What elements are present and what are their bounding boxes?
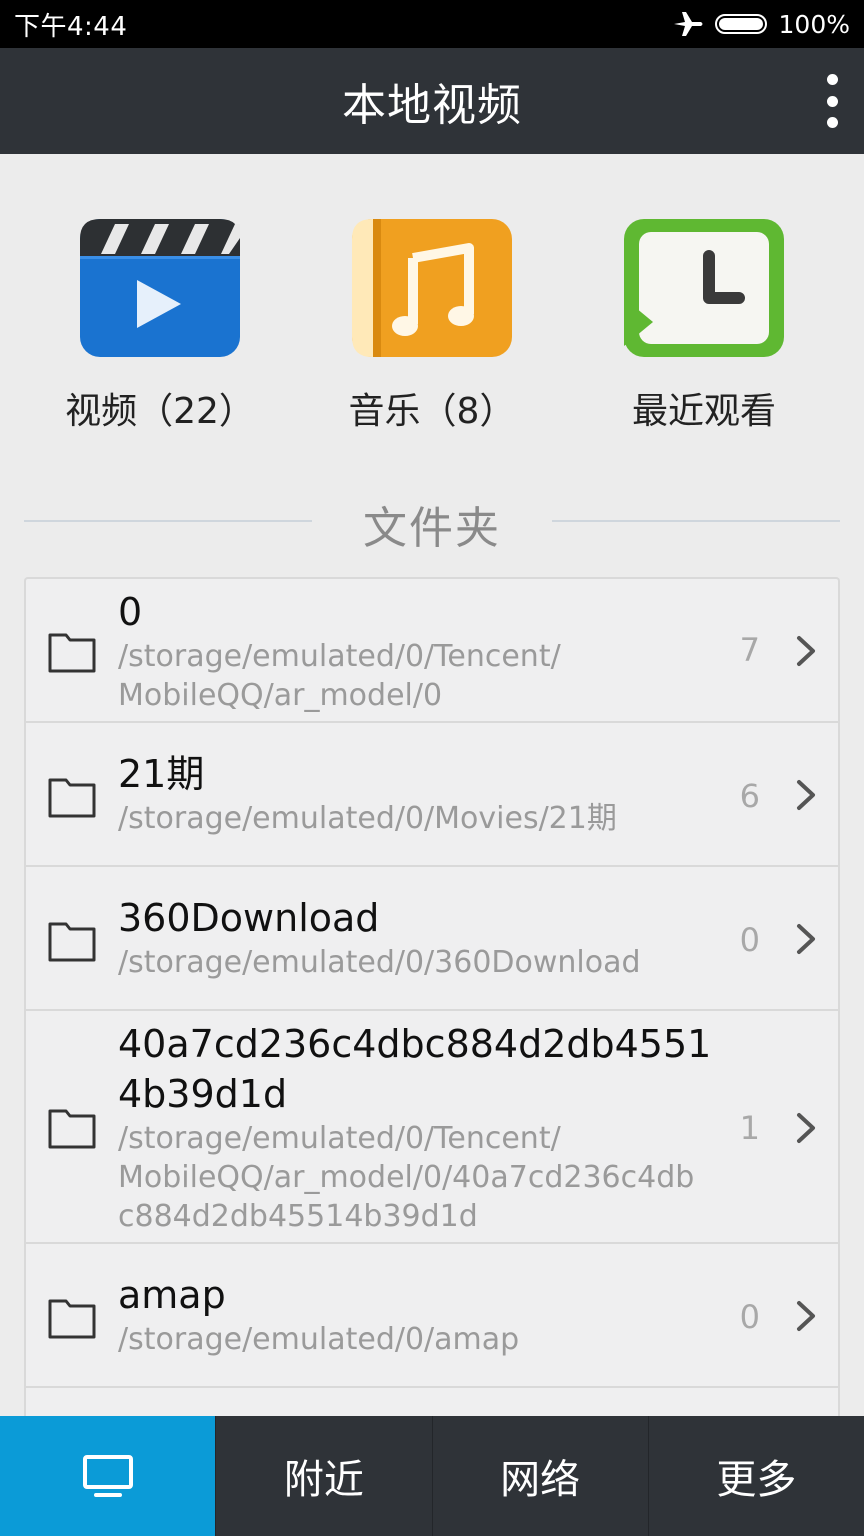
shortcut-videos[interactable]: 视频（22）: [40, 218, 280, 434]
shortcut-recent[interactable]: 最近观看: [584, 218, 824, 434]
shortcut-recent-label: 最近观看: [631, 391, 776, 432]
airplane-mode-icon: [673, 12, 703, 36]
overflow-dot-icon: [826, 95, 838, 107]
folder-icon: [48, 1299, 96, 1339]
overflow-dot-icon: [826, 117, 838, 128]
tab-local[interactable]: [0, 1416, 216, 1536]
folder-path: /storage/emulated/0/Movies/21期: [118, 801, 617, 836]
folder-texts: 40a7cd236c4dbc884d2db4551 4b39d1d /stora…: [118, 1019, 718, 1236]
folder-row[interactable]: 40a7cd236c4dbc884d2db4551 4b39d1d /stora…: [26, 1011, 838, 1244]
folder-icon: [48, 778, 96, 818]
folder-name: 360Download: [118, 896, 380, 940]
shortcut-videos-label: 视频（22）: [65, 391, 255, 432]
chevron-right-icon: [797, 1113, 815, 1143]
folder-row[interactable]: 21期 /storage/emulated/0/Movies/21期 6: [26, 723, 838, 867]
tab-network[interactable]: 网络: [431, 1416, 648, 1536]
overflow-dot-icon: [826, 74, 838, 85]
bottom-navigation: 附近 网络 更多: [0, 1416, 864, 1536]
folders-section-header: 文件夹: [24, 490, 840, 554]
folder-item-count: 7: [739, 631, 760, 669]
folder-item-count: 6: [739, 777, 760, 815]
folder-icon: [48, 922, 96, 962]
shortcut-music[interactable]: 音乐（8）: [312, 218, 552, 434]
overflow-menu-button[interactable]: [816, 70, 848, 132]
folder-path: /storage/emulated/0/Tencent/ MobileQQ/ar…: [118, 1121, 695, 1234]
status-indicators: 100%: [671, 9, 850, 39]
chevron-right-icon: [797, 924, 815, 954]
tab-more[interactable]: 更多: [647, 1416, 864, 1536]
folder-list[interactable]: 0 /storage/emulated/0/Tencent/ MobileQQ/…: [24, 577, 840, 1422]
music-icon: [352, 219, 512, 357]
status-bar: 下午4:44 100%: [0, 0, 864, 48]
folder-texts: 21期 /storage/emulated/0/Movies/21期: [118, 749, 718, 838]
folder-name: 21期: [118, 752, 205, 796]
folder-item-count: 1: [739, 1109, 760, 1147]
shortcut-music-label: 音乐（8）: [348, 391, 516, 432]
battery-icon: [714, 14, 767, 34]
folder-texts: 360Download /storage/emulated/0/360Downl…: [118, 893, 718, 982]
chevron-right-icon: [797, 780, 815, 810]
folder-name: 40a7cd236c4dbc884d2db4551 4b39d1d: [118, 1022, 712, 1116]
folder-row[interactable]: amap /storage/emulated/0/amap 0: [26, 1244, 838, 1388]
recent-clock-icon: [624, 219, 784, 357]
folder-name: 0: [118, 590, 143, 634]
folder-path: /storage/emulated/0/360Download: [118, 945, 641, 980]
chevron-right-icon: [797, 636, 815, 666]
folder-texts: 0 /storage/emulated/0/Tencent/ MobileQQ/…: [118, 587, 718, 715]
folder-item-count: 0: [739, 1298, 760, 1336]
battery-percentage: 100%: [778, 9, 850, 39]
folder-icon: [48, 1109, 96, 1149]
folder-path: /storage/emulated/0/Tencent/ MobileQQ/ar…: [118, 639, 561, 713]
tab-nearby[interactable]: 附近: [215, 1416, 431, 1536]
folder-texts: amap /storage/emulated/0/amap: [118, 1270, 718, 1359]
folder-path: /storage/emulated/0/amap: [118, 1322, 520, 1357]
video-icon: [80, 219, 240, 357]
folder-item-count: 0: [739, 921, 760, 959]
status-time: 下午4:44: [14, 11, 128, 42]
folders-section-title: 文件夹: [363, 503, 501, 554]
page-title: 本地视频: [342, 80, 522, 131]
divider: [552, 520, 840, 522]
folder-name: amap: [118, 1273, 226, 1317]
folder-icon: [48, 633, 96, 673]
folder-row[interactable]: 360Download /storage/emulated/0/360Downl…: [26, 867, 838, 1011]
folder-row[interactable]: 0 /storage/emulated/0/Tencent/ MobileQQ/…: [26, 579, 838, 723]
app-bar: 本地视频: [0, 48, 864, 154]
screen: 下午4:44 100% 本地视频 视频（22） 音乐（8） 最近观看 文件夹 0…: [0, 0, 864, 1536]
chevron-right-icon: [797, 1301, 815, 1331]
monitor-icon: [82, 1455, 133, 1497]
